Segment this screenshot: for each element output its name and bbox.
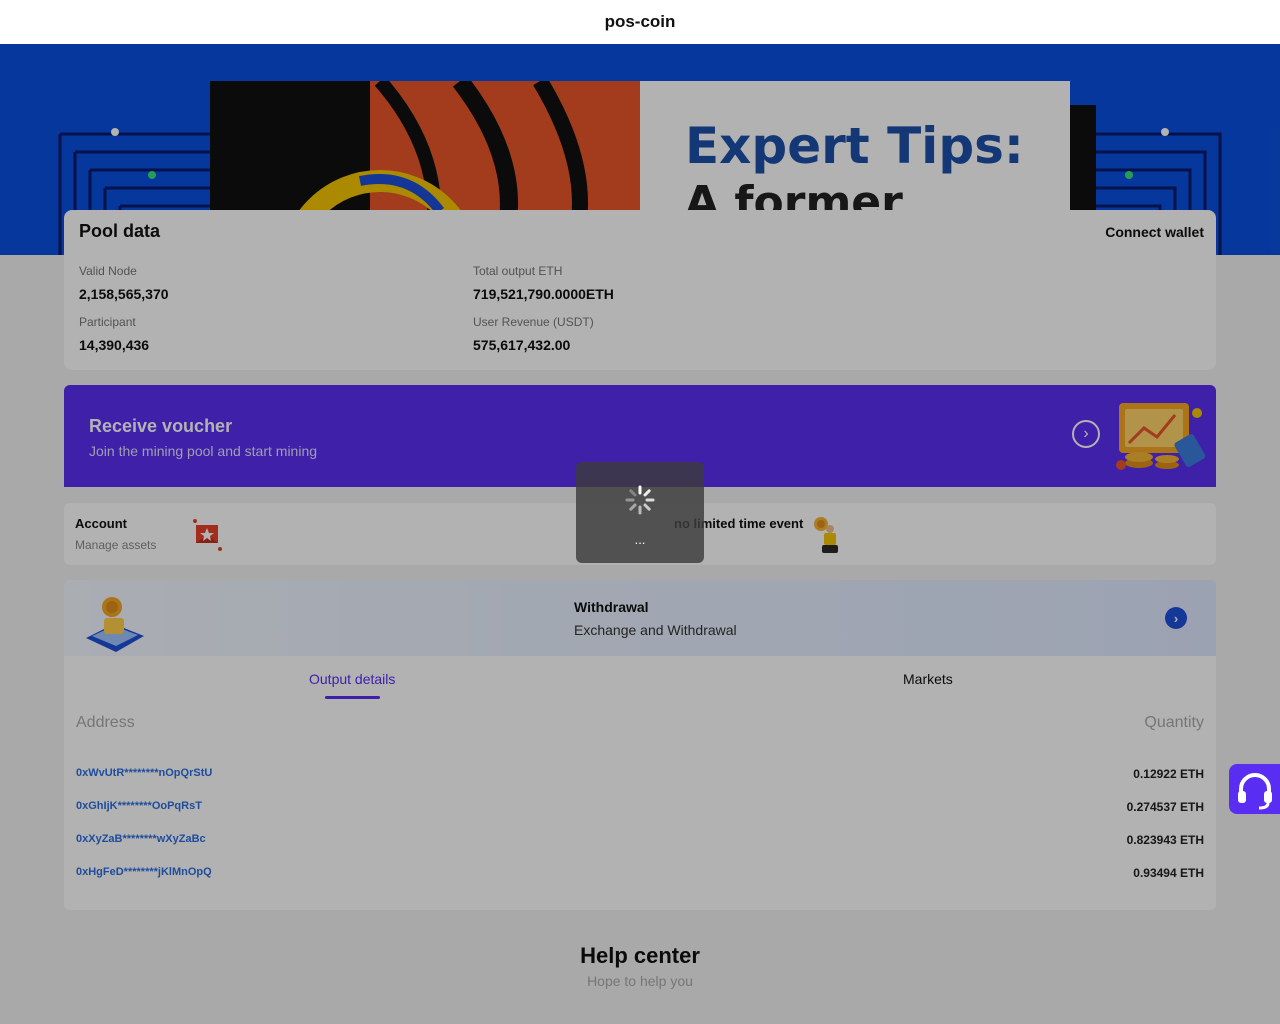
top-bar: pos-coin xyxy=(0,0,1280,44)
headset-icon xyxy=(1237,773,1272,810)
customer-support-button[interactable] xyxy=(1229,764,1280,814)
app-title: pos-coin xyxy=(604,12,676,31)
loading-text: ... xyxy=(634,532,646,547)
spinner-icon xyxy=(625,485,655,515)
loading-toast: ... xyxy=(576,462,704,563)
